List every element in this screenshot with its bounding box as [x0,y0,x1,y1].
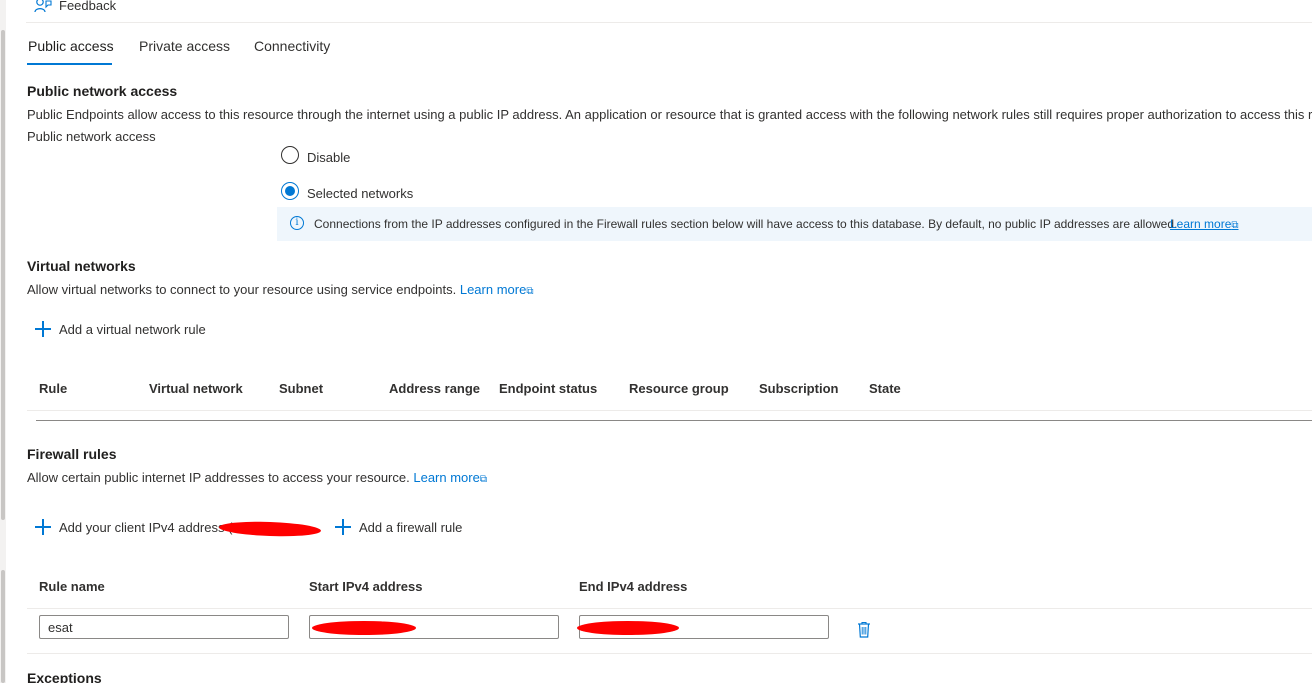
virtual-networks-learn-more-label: Learn more [459,282,527,297]
vnet-col-subscription[interactable]: Subscription [759,381,838,396]
tab-connectivity[interactable]: Connectivity [254,38,330,54]
fw-col-start-ip[interactable]: Start IPv4 address [309,579,422,594]
external-link-icon: ⧉ [479,474,487,485]
redacted-ip-mark [218,520,322,538]
info-learn-more-label: Learn more [1170,217,1232,231]
firewall-rules-title: Firewall rules [27,446,117,462]
feedback-label: Feedback [59,0,117,13]
add-firewall-rule-button[interactable]: Add a firewall rule [335,519,475,537]
vnet-header-divider [27,410,1312,411]
vnet-col-rule[interactable]: Rule [39,381,67,396]
fw-row-divider [27,653,1312,654]
info-message-bar: i Connections from the IP addresses conf… [277,207,1312,241]
virtual-networks-description-row: Allow virtual networks to connect to you… [27,282,533,297]
tab-private-access[interactable]: Private access [139,38,230,54]
vnet-col-resource-group[interactable]: Resource group [629,381,729,396]
radio-selected-networks[interactable]: Selected networks [281,182,441,202]
vnet-col-address-range[interactable]: Address range [389,381,480,396]
vnet-col-virtual-network[interactable]: Virtual network [149,381,243,396]
tab-public-access[interactable]: Public access [28,38,114,54]
add-client-ipv4-button[interactable]: Add your client IPv4 address ( [35,519,325,538]
fw-col-end-ip[interactable]: End IPv4 address [579,579,687,594]
trash-icon [858,621,870,638]
add-virtual-network-rule-label: Add a virtual network rule [59,322,206,337]
scrollbar-thumb[interactable] [1,30,5,520]
active-tab-indicator [27,63,112,65]
radio-selected-networks-circle[interactable] [281,182,299,200]
add-client-ipv4-label: Add your client IPv4 address ( [59,520,233,535]
radio-disable[interactable]: Disable [281,146,391,166]
public-network-access-title: Public network access [27,83,178,99]
left-scrollbar[interactable] [0,0,6,683]
info-learn-more-link[interactable]: Learn more⧉ [1170,217,1239,231]
virtual-networks-description: Allow virtual networks to connect to you… [27,282,457,297]
fw-header-divider [27,608,1312,609]
firewall-rules-learn-more-link[interactable]: Learn more⧉ [413,470,487,485]
external-link-icon: ⧉ [1231,220,1239,231]
delete-rule-button[interactable] [857,621,873,639]
public-network-access-description: Public Endpoints allow access to this re… [27,107,1312,122]
rule-name-input[interactable] [39,615,289,639]
virtual-networks-learn-more-link[interactable]: Learn more⧉ [460,282,534,297]
vnet-col-subnet[interactable]: Subnet [279,381,323,396]
radio-disable-label: Disable [307,150,351,165]
firewall-rules-description: Allow certain public internet IP address… [27,470,410,485]
plus-icon [35,519,51,535]
header-divider [26,22,1312,23]
redacted-start-ip-mark [312,621,416,635]
plus-icon [35,321,51,337]
radio-disable-circle[interactable] [281,146,299,164]
firewall-rules-description-row: Allow certain public internet IP address… [27,470,487,485]
fw-col-rule-name[interactable]: Rule name [39,579,105,594]
vnet-col-endpoint-status[interactable]: Endpoint status [499,381,597,396]
exceptions-title: Exceptions [27,670,102,683]
virtual-networks-title: Virtual networks [27,258,136,274]
redacted-end-ip-mark [577,621,679,635]
add-firewall-rule-label: Add a firewall rule [359,520,463,535]
external-link-icon: ⧉ [526,286,534,297]
plus-icon [335,519,351,535]
public-network-access-field-label: Public network access [27,129,156,144]
vnet-table-scrollbar[interactable] [36,420,1312,421]
feedback-icon [34,0,52,13]
radio-selected-networks-label: Selected networks [307,186,414,201]
add-virtual-network-rule-button[interactable]: Add a virtual network rule [35,321,215,339]
firewall-rules-learn-more-label: Learn more [413,470,480,485]
vnet-col-state[interactable]: State [869,381,901,396]
info-icon: i [290,216,304,230]
info-message-text: Connections from the IP addresses config… [314,217,1178,231]
scrollbar-thumb-lower[interactable] [1,570,5,683]
